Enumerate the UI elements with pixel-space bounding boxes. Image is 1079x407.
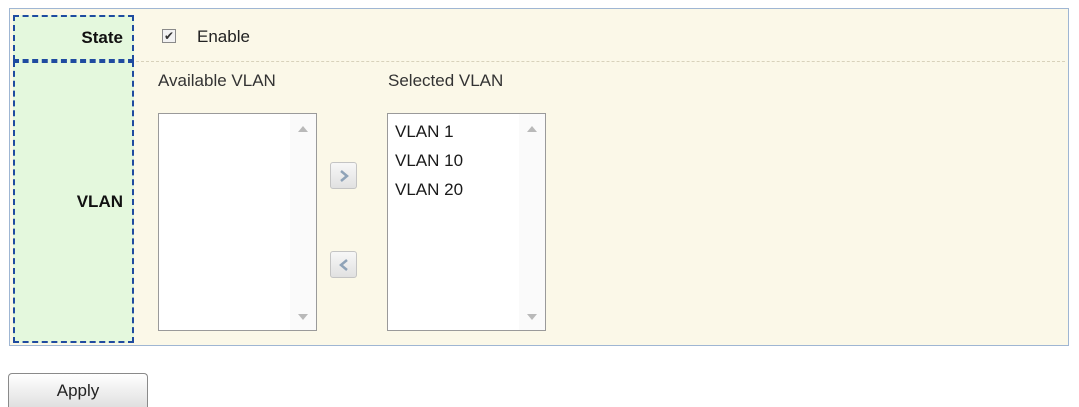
selected-vlan-scrollbar[interactable] [519, 114, 545, 330]
state-enable-checkbox[interactable]: ✔ [162, 29, 176, 43]
chevron-left-icon [338, 258, 348, 271]
available-vlan-header: Available VLAN [158, 71, 276, 90]
add-vlan-button[interactable] [330, 162, 357, 189]
remove-vlan-button[interactable] [330, 251, 357, 278]
vlan-label: VLAN [13, 61, 134, 343]
checkmark-icon: ✔ [163, 29, 175, 43]
available-vlan-scrollbar[interactable] [290, 114, 316, 330]
chevron-right-icon [339, 169, 349, 182]
row-divider [136, 61, 1065, 62]
selected-vlan-list[interactable]: VLAN 1 VLAN 10 VLAN 20 [387, 113, 546, 331]
state-label-text: State [81, 28, 123, 47]
scroll-up-icon[interactable] [527, 126, 537, 132]
vlan-label-text: VLAN [76, 192, 123, 211]
state-label: State [13, 15, 134, 61]
apply-button[interactable]: Apply [8, 373, 148, 407]
scroll-up-icon[interactable] [298, 126, 308, 132]
selected-vlan-header: Selected VLAN [388, 71, 504, 90]
available-vlan-list[interactable] [158, 113, 317, 331]
scroll-down-icon[interactable] [527, 314, 537, 320]
state-enable-label[interactable]: Enable [197, 27, 250, 47]
scroll-down-icon[interactable] [298, 314, 308, 320]
